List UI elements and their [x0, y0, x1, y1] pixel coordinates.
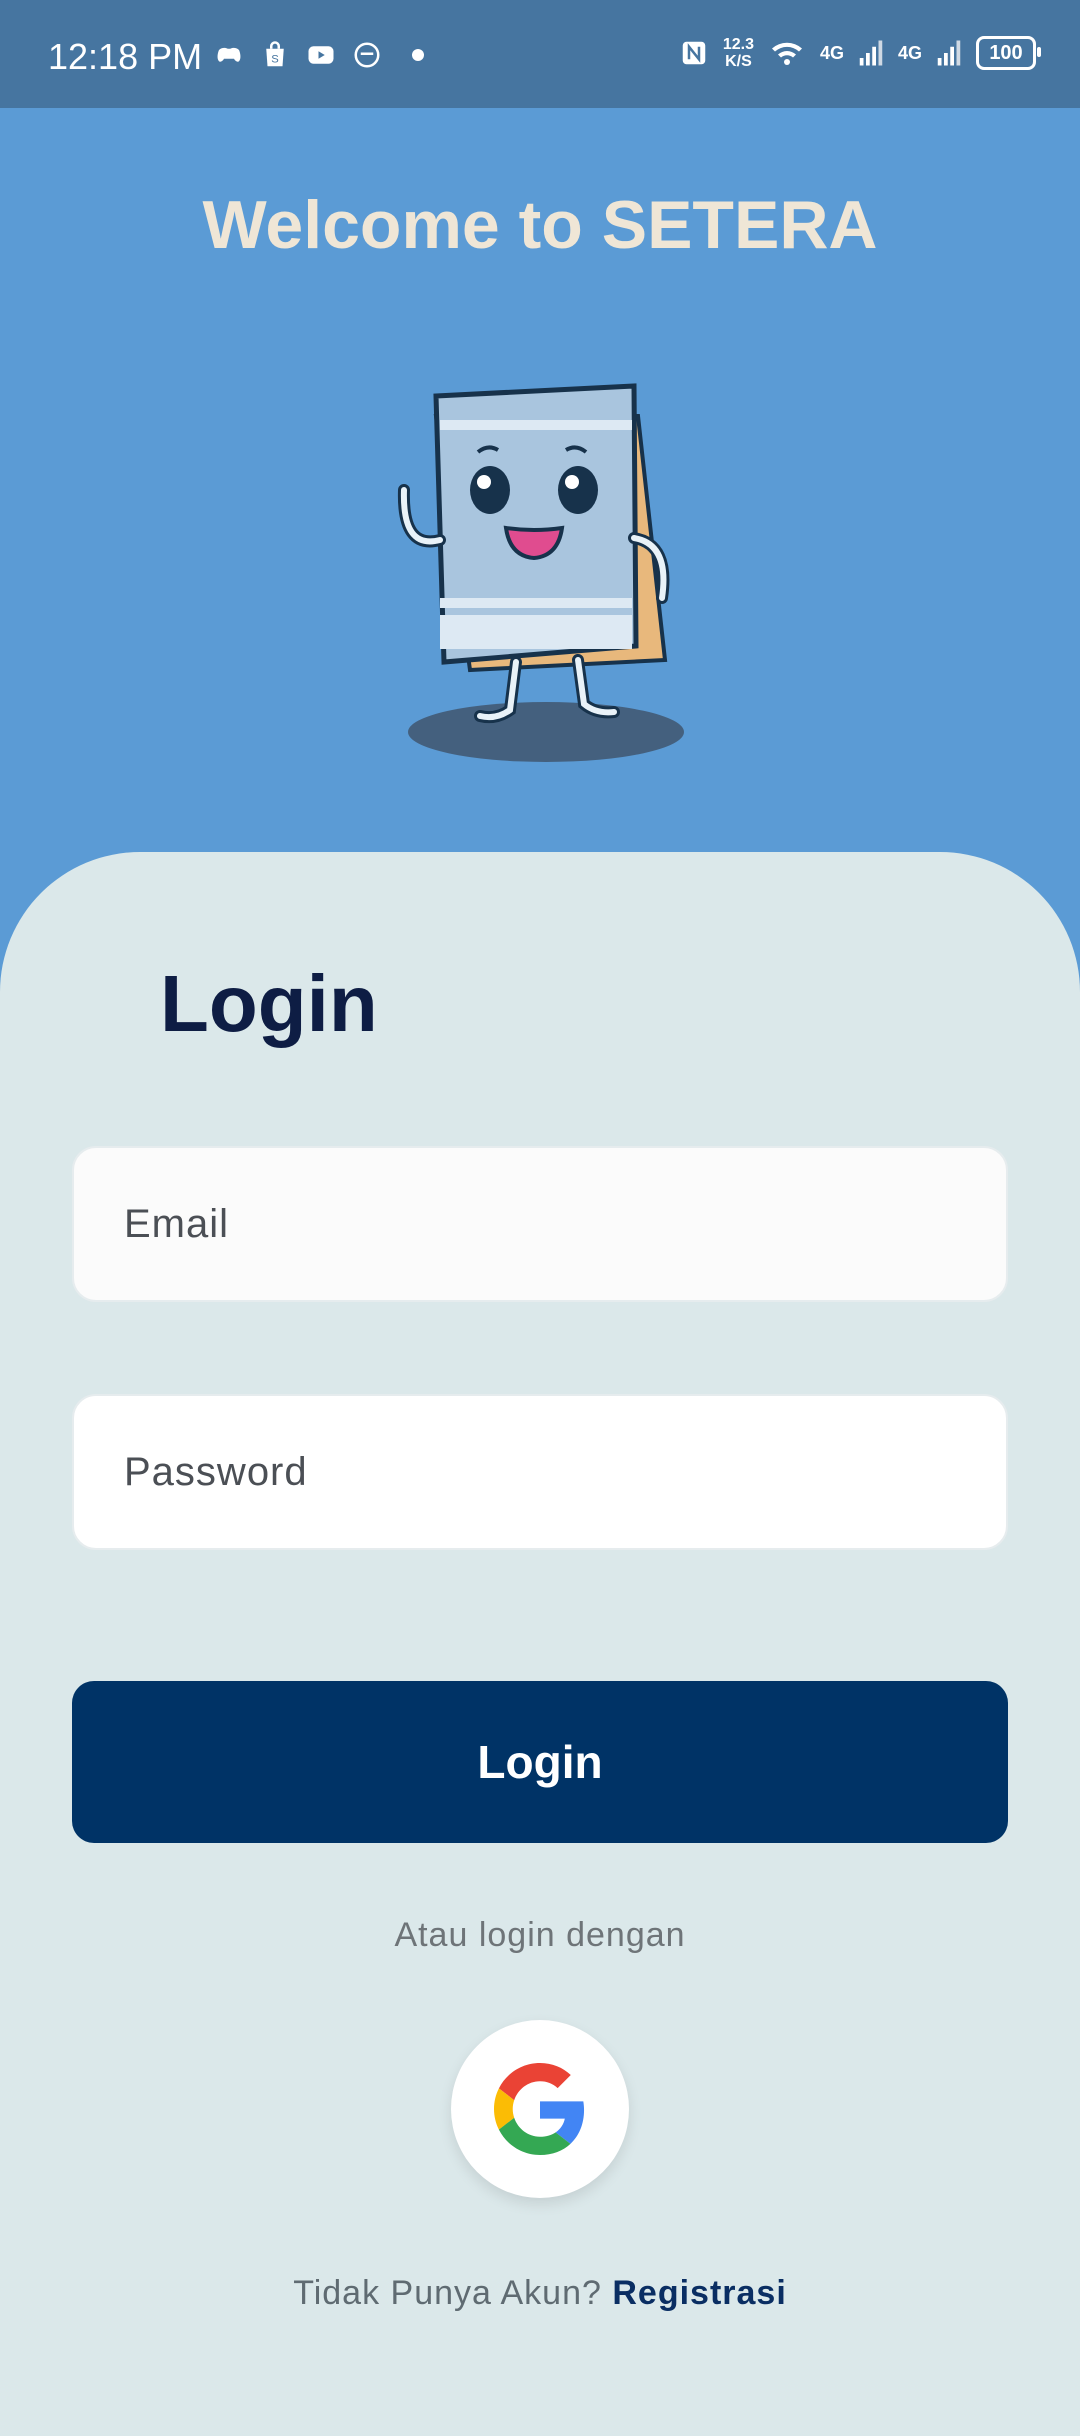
net-speed-unit: K/S — [725, 53, 752, 70]
status-left-icons: S — [214, 40, 424, 70]
google-icon — [494, 2063, 585, 2155]
network-type-1: 4G — [819, 42, 844, 63]
email-field[interactable] — [72, 1146, 1008, 1302]
net-speed-value: 12.3 — [722, 36, 754, 53]
login-title: Login — [160, 959, 378, 1048]
login-button[interactable]: Login — [72, 1681, 1008, 1843]
shopping-bag-icon: S — [266, 41, 284, 67]
no-account-text: Tidak Punya Akun? — [293, 2274, 602, 2312]
register-prompt: Tidak Punya Akun? Registrasi — [0, 2274, 1080, 2313]
status-time: 12:18 PM — [48, 36, 203, 77]
signal-icon — [937, 40, 961, 66]
svg-text:S: S — [271, 54, 279, 66]
youtube-icon — [308, 46, 334, 64]
login-card — [0, 852, 1080, 2436]
battery-icon: 100 — [976, 36, 1041, 70]
password-field[interactable] — [72, 1394, 1008, 1550]
welcome-title: Welcome to SETERA — [202, 187, 878, 263]
signal-icon — [859, 40, 883, 66]
book-mascot-illustration — [397, 383, 684, 762]
game-controller-icon — [217, 47, 241, 62]
register-link[interactable]: Registrasi — [612, 2274, 786, 2312]
battery-level: 100 — [989, 41, 1023, 64]
smiley-app-icon — [354, 42, 380, 68]
google-login-button[interactable] — [451, 2020, 629, 2198]
network-type-2: 4G — [897, 42, 922, 63]
status-right-icons: 12.3 K/S 4G 4G 100 — [679, 36, 1041, 70]
alt-login-text: Atau login dengan — [394, 1916, 686, 1954]
notification-dot — [412, 49, 424, 61]
nfc-icon — [682, 41, 706, 65]
wifi-icon — [771, 42, 802, 65]
net-speed: 12.3 K/S — [723, 36, 754, 70]
status-bar: 12:18 PM S 12.3 K/S 4G 4G 100 — [0, 0, 1080, 108]
